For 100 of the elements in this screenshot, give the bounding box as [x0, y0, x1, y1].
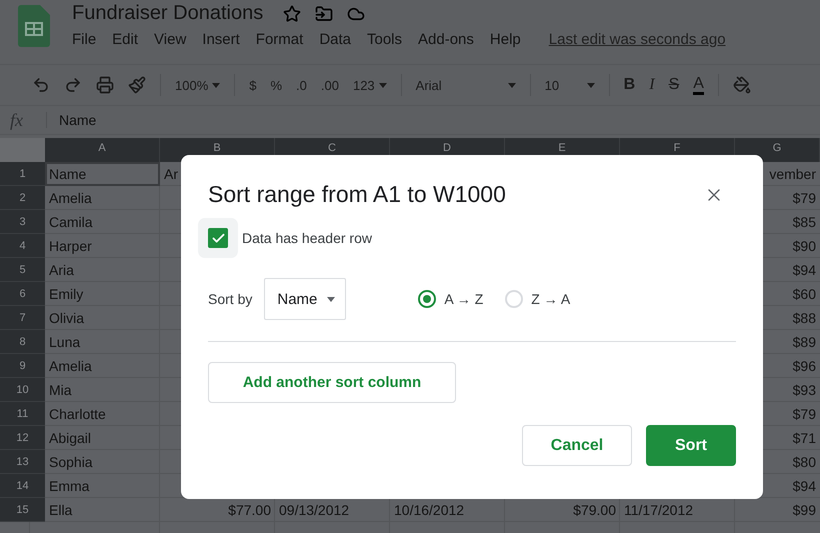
formula-input[interactable]: Name [46, 112, 96, 128]
strikethrough-button[interactable]: S [668, 76, 680, 94]
menu-item[interactable]: View [154, 31, 186, 48]
table-cell-text: Abigail [48, 429, 92, 448]
paint-format-icon[interactable] [128, 76, 146, 94]
star-icon[interactable] [283, 4, 302, 22]
caret-icon [508, 82, 516, 88]
row-header[interactable]: 12 [0, 426, 45, 450]
row-header[interactable]: 5 [0, 258, 45, 282]
table-cell-text: Emma [48, 477, 90, 496]
sheets-logo-icon [18, 5, 50, 47]
table-cell-text: $89 [792, 333, 817, 352]
row-header[interactable]: 11 [0, 402, 45, 426]
currency-button[interactable]: $ [249, 78, 256, 92]
sort-column-dropdown[interactable]: Name [264, 278, 346, 320]
caret-icon [327, 296, 336, 302]
menu-item[interactable]: File [72, 31, 96, 48]
table-cell-text: Ella [48, 501, 74, 520]
table-cell-text: $85 [792, 213, 817, 232]
table-cell-text: Sophia [48, 453, 94, 472]
caret-icon [212, 82, 220, 88]
table-cell-text: $93 [792, 381, 817, 400]
table-cell-text: Luna [48, 333, 82, 352]
menu-item[interactable]: Edit [112, 31, 138, 48]
last-edit-link[interactable]: Last edit was seconds ago [548, 31, 726, 48]
radio-button[interactable] [418, 290, 436, 308]
table-cell-text: Amelia [48, 189, 93, 208]
table-cell-text: $94 [792, 477, 817, 496]
redo-icon[interactable] [64, 76, 82, 94]
table-cell-text: $90 [792, 237, 817, 256]
table-cell-text: 09/13/2012 [278, 501, 350, 520]
document-title[interactable]: Fundraiser Donations [72, 2, 270, 25]
move-to-folder-icon[interactable] [315, 4, 334, 22]
column-header[interactable]: G [735, 138, 820, 162]
table-cell-text: $80 [792, 453, 817, 472]
cancel-button[interactable]: Cancel [522, 425, 632, 466]
table-cell-text: Camila [48, 213, 94, 232]
table-cell-text: 11/17/2012 [623, 501, 694, 520]
sort-button[interactable]: Sort [646, 425, 736, 466]
undo-icon[interactable] [32, 76, 50, 94]
table-cell-text: $71 [792, 429, 817, 448]
italic-button[interactable]: I [649, 76, 655, 94]
table-cell-text: Ar [163, 165, 179, 184]
percent-button[interactable]: % [270, 78, 282, 92]
row-header[interactable]: 4 [0, 234, 45, 258]
column-header[interactable]: A [45, 138, 160, 162]
decrease-decimal-button[interactable]: .0 [296, 78, 307, 92]
table-cell-text: $94 [792, 261, 817, 280]
row-header[interactable]: 8 [0, 330, 45, 354]
table-cell-text: Mia [48, 381, 73, 400]
row-header[interactable]: 6 [0, 282, 45, 306]
table-cell-text: 10/16/2012 [393, 501, 466, 520]
table-cell-text: $79 [792, 189, 817, 208]
row-header[interactable]: 2 [0, 186, 45, 210]
row-header[interactable]: 13 [0, 450, 45, 474]
table-cell-text: Charlotte [48, 405, 107, 424]
table-cell-text: Aria [48, 261, 75, 280]
font-size-dropdown[interactable]: 10 [544, 78, 595, 92]
row-header[interactable]: 10 [0, 378, 45, 402]
row-header[interactable]: 3 [0, 210, 45, 234]
dialog-title: Sort range from A1 to W1000 [208, 181, 506, 208]
zoom-dropdown[interactable]: 100% [175, 78, 220, 92]
caret-icon [586, 82, 595, 88]
menu-item[interactable]: Format [256, 31, 304, 48]
add-sort-column-button[interactable]: Add another sort column [208, 362, 456, 403]
sort-by-label: Sort by [208, 291, 252, 307]
menu-item[interactable]: Tools [367, 31, 402, 48]
menu-item[interactable]: Help [490, 31, 521, 48]
font-dropdown[interactable]: Arial [416, 78, 516, 92]
fill-color-icon[interactable] [732, 76, 751, 94]
menu-item[interactable]: Data [319, 31, 351, 48]
table-cell-text: Olivia [48, 309, 86, 328]
table-cell-text: $77.00 [227, 501, 272, 520]
table-cell-text: $88 [792, 309, 817, 328]
table-cell-text: vember [768, 165, 817, 184]
table-cell: Name [45, 162, 160, 186]
row-header[interactable]: 9 [0, 354, 45, 378]
table-cell-text: $79.00 [572, 501, 617, 520]
increase-decimal-button[interactable]: .00 [320, 78, 339, 92]
radio-label: A → Z [444, 291, 484, 307]
menu-item[interactable]: Add-ons [418, 31, 474, 48]
print-icon[interactable] [96, 76, 114, 94]
bold-button[interactable]: B [624, 76, 636, 94]
row-header[interactable]: 14 [0, 474, 45, 498]
text-color-button[interactable]: A [693, 76, 704, 94]
table-cell-text: Amelia [48, 357, 93, 376]
table-cell-text: Harper [48, 237, 93, 256]
table-cell-text: $96 [792, 357, 817, 376]
table-cell-text: $60 [792, 285, 817, 304]
table-cell-text: Emily [48, 285, 84, 304]
row-header[interactable]: 15 [0, 498, 45, 522]
row-header[interactable]: 7 [0, 306, 45, 330]
row-header[interactable]: 1 [0, 162, 45, 186]
table-cell-text: $99 [792, 501, 817, 520]
number-format-dropdown[interactable]: 123 [352, 78, 387, 92]
checkbox-label: Data has header row [242, 230, 372, 246]
radio-label: Z → A [531, 291, 570, 307]
menu-item[interactable]: Insert [202, 31, 240, 48]
caret-icon [378, 82, 387, 88]
table-cell-text: $79 [792, 405, 817, 424]
